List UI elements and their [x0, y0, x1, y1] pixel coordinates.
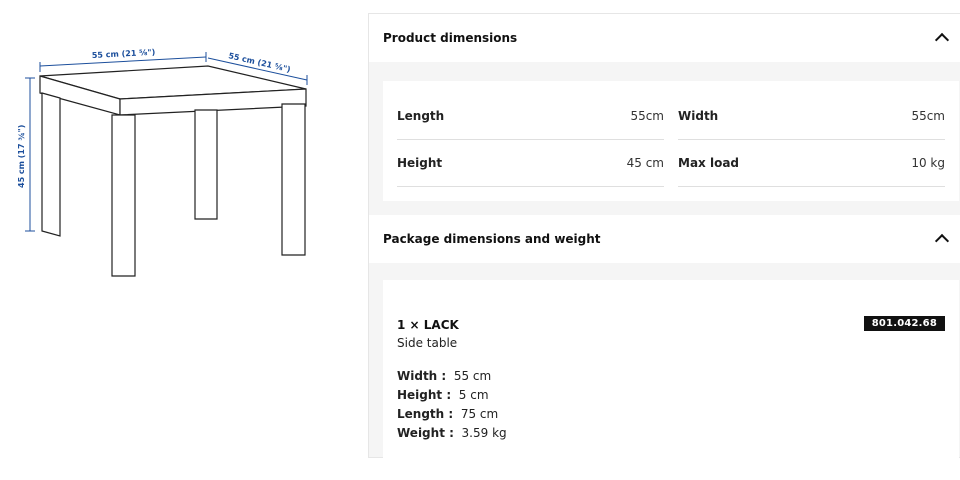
spec-value: 55 cm	[453, 369, 492, 383]
package-dimensions-header[interactable]: Package dimensions and weight	[369, 215, 960, 263]
spec-label: Width :	[397, 369, 447, 383]
spec-label: Length :	[397, 407, 454, 421]
dimension-length: Length 55cm	[397, 93, 664, 140]
article-number-badge: 801.042.68	[863, 316, 945, 331]
package-card: 1 × LACK Side table 801.042.68 Width : 5…	[383, 280, 959, 480]
depth-dimension-label: 55 cm (21 ⅝")	[228, 51, 292, 74]
dimension-height: Height 45 cm	[397, 140, 664, 187]
spec-value: 75 cm	[460, 407, 499, 421]
dimension-value: 55cm	[911, 109, 945, 123]
table-dimension-illustration: 55 cm (21 ⅝") 55 cm (21 ⅝") 45 cm (17 ¾"…	[17, 48, 308, 277]
dimensions-panel: Product dimensions Length 55cm Width 55c…	[368, 13, 960, 480]
dimension-label: Width	[678, 109, 719, 123]
chevron-up-icon[interactable]	[934, 32, 950, 48]
package-spec-weight: Weight : 3.59 kg	[397, 426, 507, 440]
height-dimension-label: 45 cm (17 ¾")	[17, 125, 26, 188]
product-dimensions-header[interactable]: Product dimensions	[369, 14, 960, 62]
dimension-label: Height	[397, 156, 443, 170]
package-spec-height: Height : 5 cm	[397, 388, 489, 402]
dimension-value: 55cm	[630, 109, 664, 123]
spec-value: 5 cm	[458, 388, 489, 402]
dimension-value: 45 cm	[626, 156, 664, 170]
package-spec-length: Length : 75 cm	[397, 407, 498, 421]
spec-label: Height :	[397, 388, 452, 402]
dimension-label: Max load	[678, 156, 740, 170]
product-dimensions-title: Product dimensions	[383, 31, 518, 45]
width-dimension-label: 55 cm (21 ⅝")	[92, 48, 156, 60]
product-dimensions-card: Length 55cm Width 55cm Height 45 cm Max …	[383, 81, 959, 201]
package-item-type: Side table	[397, 336, 458, 350]
dimension-value: 10 kg	[911, 156, 945, 170]
dimension-max-load: Max load 10 kg	[678, 140, 945, 187]
package-item-name: 1 × LACK	[397, 318, 459, 332]
spec-value: 3.59 kg	[461, 426, 507, 440]
package-spec-width: Width : 55 cm	[397, 369, 491, 383]
chevron-up-icon[interactable]	[934, 233, 950, 249]
dimension-label: Length	[397, 109, 445, 123]
spec-label: Weight :	[397, 426, 454, 440]
dimension-width: Width 55cm	[678, 93, 945, 140]
package-dimensions-title: Package dimensions and weight	[383, 232, 601, 246]
